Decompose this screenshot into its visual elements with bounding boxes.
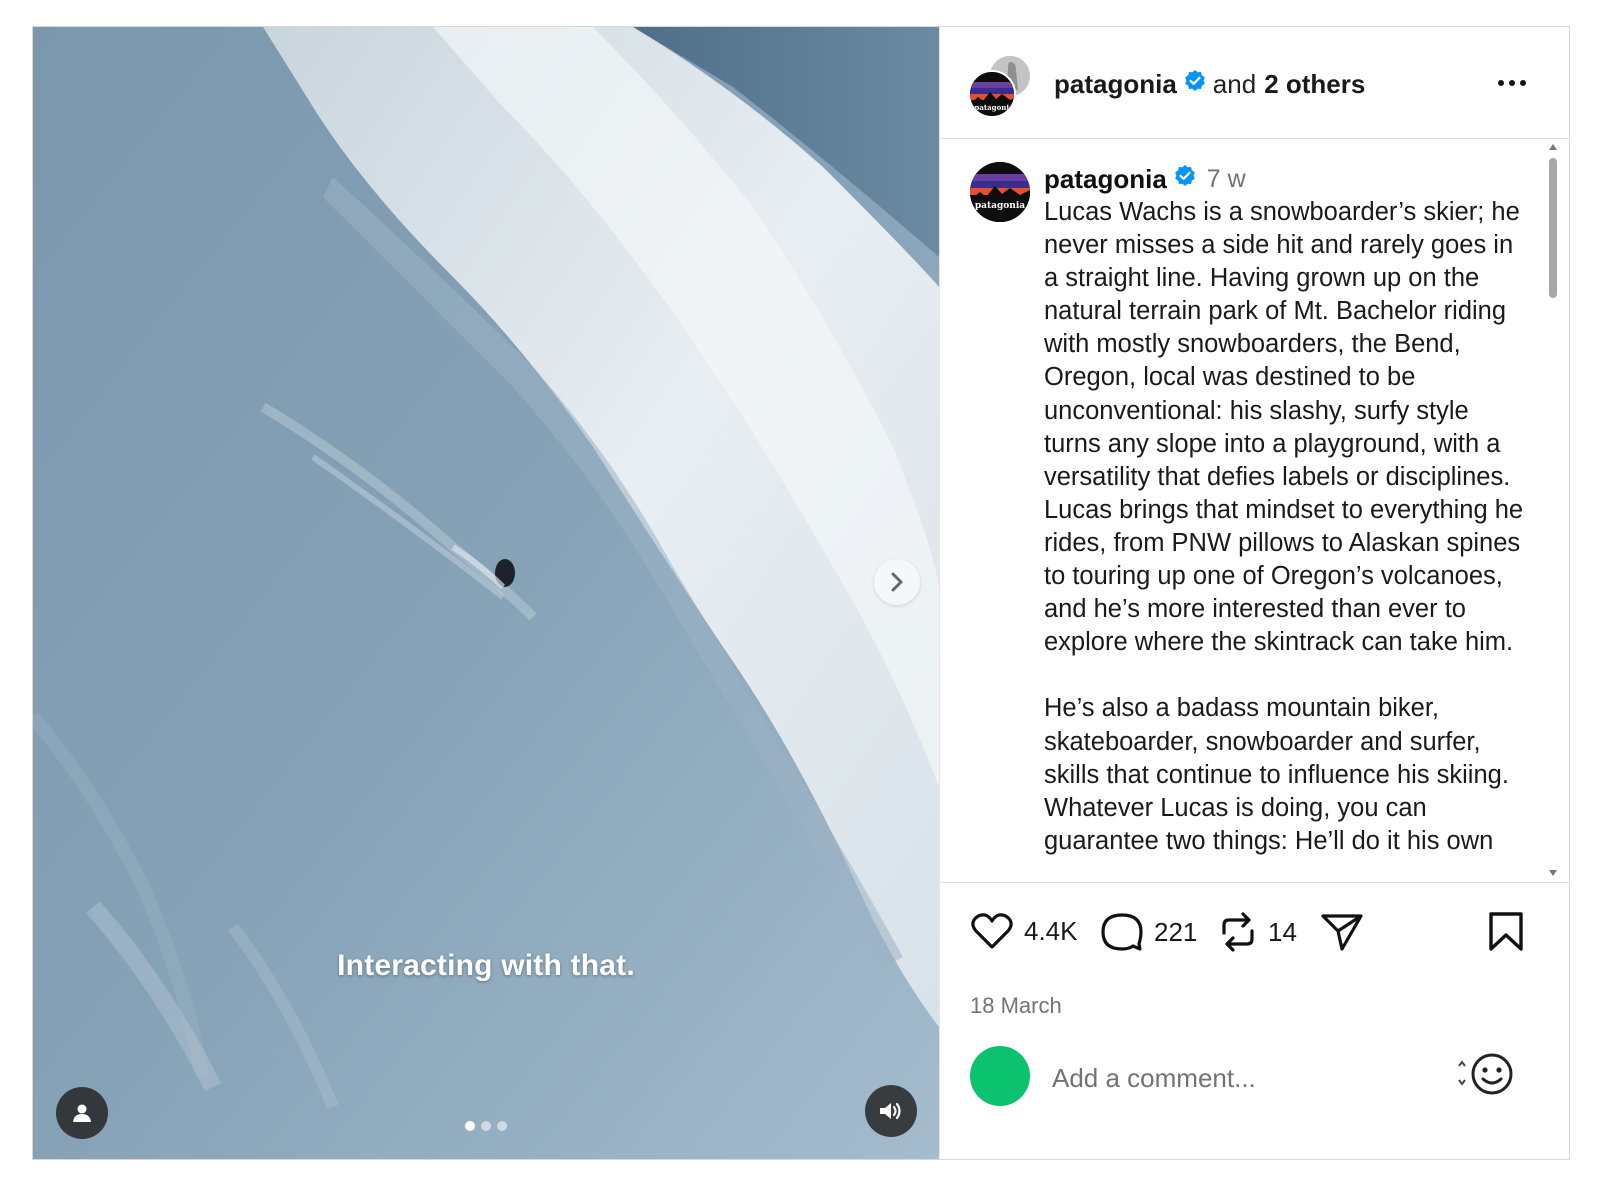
- add-comment-section: [940, 1032, 1569, 1152]
- post-media[interactable]: Interacting with that.: [33, 27, 939, 1159]
- volume-icon: [880, 1102, 901, 1120]
- comments-area[interactable]: patagonia patagonia 7 w Lucas Wachs is a…: [940, 140, 1569, 882]
- post-side-panel: patagonia patagonia and 2 others patagon…: [939, 27, 1569, 1159]
- comment-bubble-icon: [1101, 913, 1143, 951]
- heart-icon: [971, 913, 1013, 949]
- more-options-button[interactable]: [1492, 71, 1532, 95]
- repost-button[interactable]: 14: [1218, 911, 1297, 953]
- comment-button[interactable]: 221: [1100, 911, 1197, 953]
- scroll-thumb[interactable]: [1549, 158, 1557, 298]
- caption-author-avatar[interactable]: patagonia: [970, 162, 1030, 222]
- caption-header: patagonia 7 w: [1044, 162, 1524, 196]
- more-horizontal-icon: [1498, 80, 1504, 86]
- comments-scrollbar[interactable]: [1546, 144, 1560, 876]
- audio-toggle-button[interactable]: [865, 1085, 917, 1137]
- more-horizontal-icon: [1520, 80, 1526, 86]
- header-and-text: and: [1212, 69, 1257, 99]
- header-username[interactable]: patagonia: [1054, 69, 1177, 100]
- tagged-users-button[interactable]: [56, 1087, 108, 1139]
- header-authors: patagonia and 2 others: [1054, 69, 1365, 100]
- action-bar: 4.4K 221 14 18 March: [940, 882, 1569, 1032]
- caption-text: Lucas Wachs is a snowboarder’s skier; he…: [1044, 198, 1524, 855]
- emoji-picker-button[interactable]: [1454, 1050, 1524, 1102]
- repost-icon: [1222, 912, 1254, 952]
- emoji-icon: [1458, 1053, 1513, 1095]
- collab-avatars[interactable]: patagonia: [968, 54, 1032, 118]
- scroll-up-arrow-icon[interactable]: [1549, 144, 1557, 150]
- bookmark-icon: [1489, 912, 1523, 951]
- carousel-dot: [481, 1121, 491, 1131]
- comment-count[interactable]: 221: [1154, 917, 1197, 948]
- patagonia-avatar[interactable]: patagonia: [968, 70, 1016, 118]
- svg-text:patagonia: patagonia: [974, 103, 1014, 112]
- share-button[interactable]: [1320, 911, 1364, 953]
- patagonia-logo: patagonia: [970, 72, 1014, 116]
- comment-input[interactable]: [1052, 1060, 1432, 1096]
- carousel-dot: [465, 1121, 475, 1131]
- current-user-avatar: [970, 1046, 1030, 1106]
- verified-badge-icon: [1173, 164, 1197, 195]
- chevron-right-icon: [891, 572, 903, 592]
- carousel-indicator: [33, 1121, 939, 1131]
- repost-count[interactable]: 14: [1268, 917, 1297, 948]
- snow-slope-image: [33, 27, 939, 1159]
- send-icon: [1321, 914, 1363, 951]
- verified-badge-icon: [1183, 69, 1207, 100]
- caption-username[interactable]: patagonia: [1044, 164, 1167, 195]
- caption-timestamp[interactable]: 7 w: [1207, 165, 1246, 194]
- patagonia-logo: patagonia: [970, 162, 1030, 222]
- caption: patagonia 7 w Lucas Wachs is a snowboard…: [1044, 162, 1524, 858]
- save-button[interactable]: [1488, 911, 1524, 953]
- svg-text:patagonia: patagonia: [975, 201, 1025, 211]
- more-horizontal-icon: [1509, 80, 1515, 86]
- next-slide-button[interactable]: [874, 559, 920, 605]
- post-header: patagonia patagonia and 2 others: [940, 27, 1569, 139]
- like-button[interactable]: 4.4K: [970, 911, 1078, 951]
- post-dialog: Interacting with that. patagonia patagon…: [32, 26, 1570, 1160]
- like-count[interactable]: 4.4K: [1024, 916, 1078, 947]
- post-date[interactable]: 18 March: [970, 993, 1062, 1019]
- video-caption: Interacting with that.: [337, 949, 635, 982]
- scroll-down-arrow-icon[interactable]: [1549, 870, 1557, 876]
- carousel-dot: [497, 1121, 507, 1131]
- header-others-link[interactable]: 2 others: [1264, 69, 1365, 100]
